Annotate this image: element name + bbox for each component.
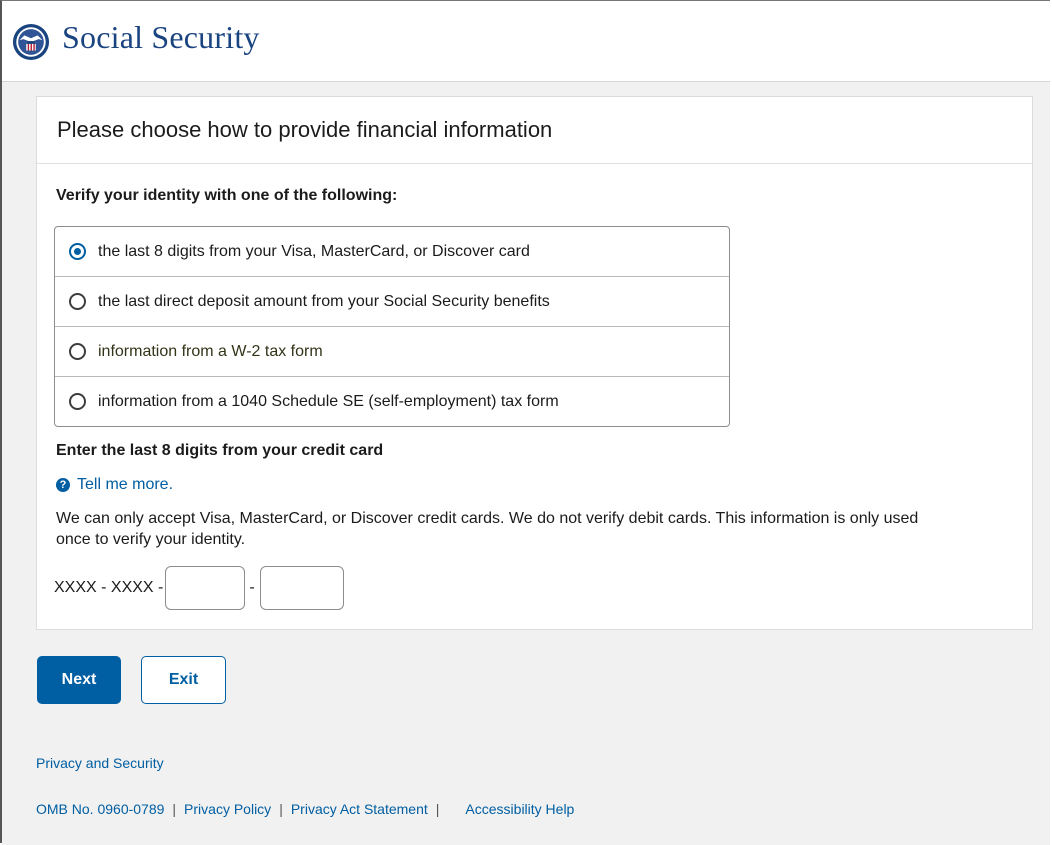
next-button[interactable]: Next	[37, 656, 121, 704]
footer-separator: |	[172, 801, 177, 817]
radio-direct-deposit[interactable]	[69, 293, 86, 310]
footer-separator: |	[435, 801, 440, 817]
verification-options: the last 8 digits from your Visa, Master…	[54, 226, 730, 427]
site-title: Social Security	[62, 19, 260, 55]
ssa-seal-icon[interactable]	[12, 23, 50, 61]
accessibility-help-link[interactable]: Accessibility Help	[465, 801, 574, 817]
footer-separator: |	[279, 801, 283, 817]
radio-schedule-se[interactable]	[69, 393, 86, 410]
option-schedule-se[interactable]: information from a 1040 Schedule SE (sel…	[55, 376, 729, 426]
tell-me-more-text[interactable]: Tell me more.	[77, 476, 173, 494]
exit-button[interactable]: Exit	[141, 656, 226, 704]
credit-card-entry: XXXX - XXXX - -	[54, 566, 344, 610]
option-label: the last 8 digits from your Visa, Master…	[98, 242, 530, 260]
tell-me-more-link[interactable]: ? Tell me more.	[56, 476, 173, 494]
option-direct-deposit[interactable]: the last direct deposit amount from your…	[55, 276, 729, 326]
cc-digits-field-1[interactable]	[165, 566, 246, 610]
privacy-act-link[interactable]: Privacy Act Statement	[291, 801, 428, 817]
card-title: Please choose how to provide financial i…	[37, 97, 1032, 164]
credit-card-info: We can only accept Visa, MasterCard, or …	[56, 510, 919, 548]
masked-digits: XXXX - XXXX -	[54, 579, 164, 596]
cc-digits-field-2[interactable]	[259, 566, 344, 610]
option-label: information from a 1040 Schedule SE (sel…	[98, 392, 559, 410]
option-label: the last direct deposit amount from your…	[98, 292, 550, 310]
question-icon: ?	[56, 478, 70, 492]
radio-credit-card[interactable]	[69, 243, 86, 260]
credit-card-heading: Enter the last 8 digits from your credit…	[56, 442, 384, 459]
site-header: Social Security	[2, 1, 1050, 82]
option-credit-card[interactable]: the last 8 digits from your Visa, Master…	[55, 227, 729, 276]
omb-number-link[interactable]: OMB No. 0960-0789	[36, 801, 164, 817]
radio-w2[interactable]	[69, 343, 86, 360]
verify-heading: Verify your identity with one of the fol…	[56, 187, 398, 204]
privacy-security-link[interactable]: Privacy and Security	[36, 755, 164, 771]
financial-info-card: Please choose how to provide financial i…	[36, 96, 1033, 630]
privacy-policy-link[interactable]: Privacy Policy	[184, 801, 271, 817]
option-w2[interactable]: information from a W-2 tax form	[55, 326, 729, 376]
main-content: Please choose how to provide financial i…	[2, 82, 1050, 845]
digits-separator: -	[249, 579, 255, 596]
option-label: information from a W-2 tax form	[98, 342, 323, 360]
footer-links: OMB No. 0960-0789 | Privacy Policy | Pri…	[36, 801, 574, 817]
